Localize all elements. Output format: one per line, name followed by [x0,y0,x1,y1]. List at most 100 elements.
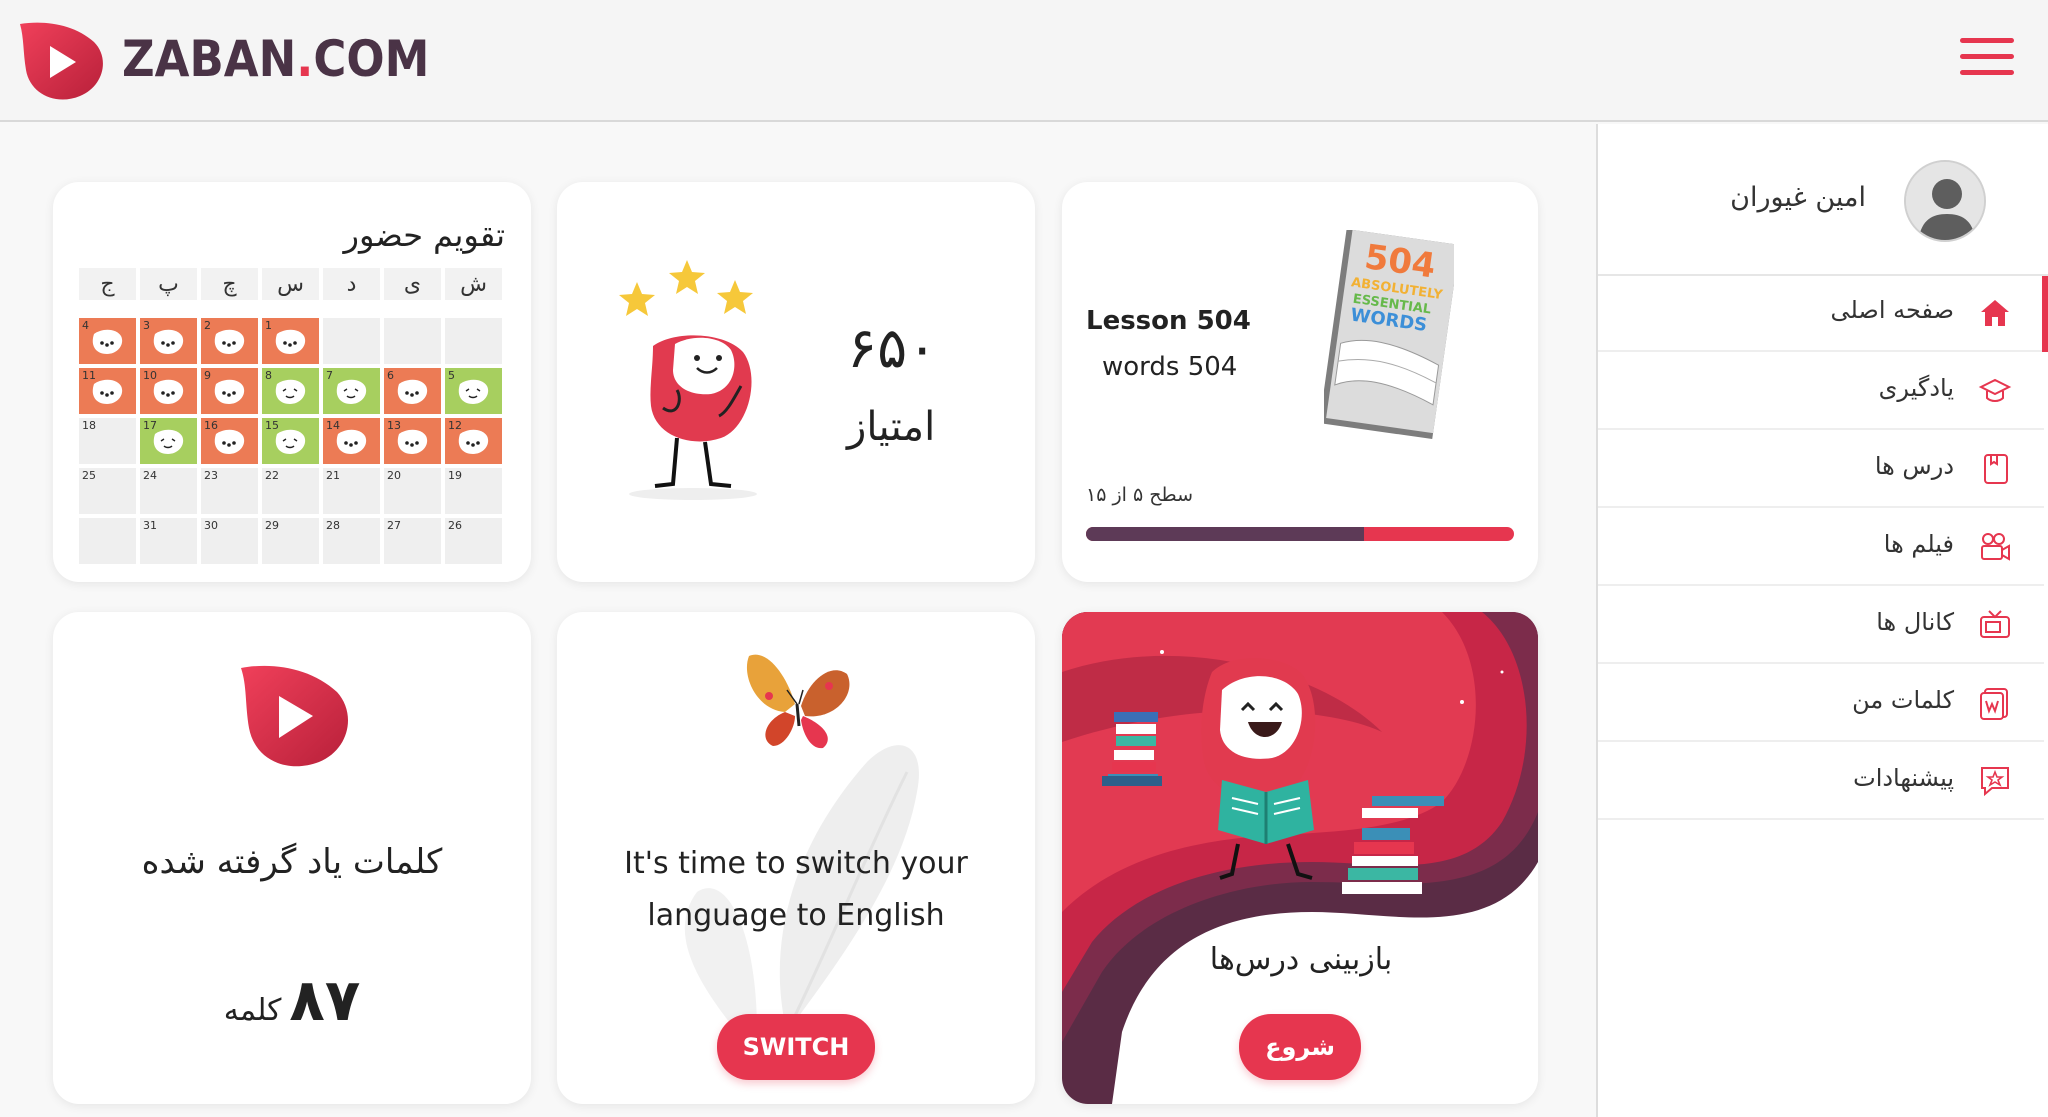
words-icon [1980,688,2008,720]
brand-dot: . [296,30,314,88]
calendar-weekday: ج [79,268,136,300]
calendar-grid: ج پ چ س د ی ش 4 3 2 1 11 10 9 8 7 6 5 18 17 16 15 14 13 12 25 24 23… [79,268,502,564]
tv-icon [1980,610,2010,638]
sad-face-icon [153,379,184,404]
words-count-unit: کلمه [223,993,282,1028]
sad-face-icon [458,429,489,454]
sidebar-item-suggestions[interactable]: پیشنهادات [1598,744,2044,820]
calendar-day-number: 2 [204,319,211,332]
calendar-day-number: 20 [387,469,401,482]
switch-button[interactable]: SWITCH [717,1014,875,1080]
calendar-day-number: 28 [326,519,340,532]
learned-words-count: ۸۷کلمه [53,966,531,1034]
sidebar-item-movies[interactable]: فیلم ها [1598,510,2044,586]
score-value: ۶۵۰ [847,316,938,381]
calendar-day: 12 [445,418,502,464]
happy-face-icon [275,379,306,404]
calendar-day-number: 25 [82,469,96,482]
menu-icon[interactable] [1960,38,2014,78]
calendar-day: 1 [262,318,319,364]
sad-face-icon [214,329,245,354]
switch-message-line: It's time to switch your [624,846,968,881]
words-count-number: ۸۷ [289,966,361,1034]
calendar-weekday: س [262,268,319,300]
sidebar-item-label: یادگیری [1878,374,1954,402]
review-label: بازبینی درس‌ها [1209,942,1393,977]
sidebar-item-label: صفحه اصلی [1830,296,1954,324]
calendar-day-number: 1 [265,319,272,332]
calendar-day: 9 [201,368,258,414]
calendar-weekday: پ [140,268,197,300]
start-button[interactable]: شروع [1239,1014,1361,1080]
calendar-day [445,318,502,364]
calendar-day: 27 [384,518,441,564]
calendar-day: 14 [323,418,380,464]
lesson-subtitle: words 504 [1102,352,1238,382]
calendar-day-number: 4 [82,319,89,332]
sidebar-item-channels[interactable]: کانال ها [1598,588,2044,664]
calendar-day-number: 26 [448,519,462,532]
brand-name[interactable]: ZABAN.COM [122,30,429,88]
calendar-day-number: 23 [204,469,218,482]
sidebar-item-label: فیلم ها [1883,530,1954,558]
happy-face-icon [458,379,489,404]
happy-face-icon [336,379,367,404]
lesson-title: Lesson 504 [1086,306,1251,336]
calendar-day-number: 31 [143,519,157,532]
sidebar-item-lessons[interactable]: درس ها [1598,432,2044,508]
happy-face-icon [153,429,184,454]
calendar-day: 2 [201,318,258,364]
calendar-day-number: 21 [326,469,340,482]
brand-tld: COM [313,30,430,88]
switch-language-card: It's time to switch your language to Eng… [557,612,1035,1104]
sidebar-item-label: پیشنهادات [1853,764,1954,792]
review-lessons-card[interactable]: بازبینی درس‌ها شروع [1062,612,1538,1104]
calendar-day: 18 [79,418,136,464]
brand-main: ZABAN [122,30,297,88]
calendar-day: 26 [445,518,502,564]
zaban-logo-icon [241,665,349,767]
calendar-day: 29 [262,518,319,564]
mascot-illustration [619,260,757,500]
calendar-day: 17 [140,418,197,464]
calendar-day-number: 3 [143,319,150,332]
zaban-logo-icon[interactable] [14,20,106,102]
calendar-day-number: 8 [265,369,272,382]
active-indicator [2042,276,2048,352]
calendar-day: 25 [79,468,136,514]
top-header: ZABAN.COM [0,0,2048,122]
calendar-day: 13 [384,418,441,464]
calendar-day-number: 22 [265,469,279,482]
calendar-day: 22 [262,468,319,514]
progress-fill [1086,527,1365,541]
calendar-day-number: 24 [143,469,157,482]
calendar-day-number: 7 [326,369,333,382]
sidebar-item-home[interactable]: صفحه اصلی [1598,276,2048,352]
calendar-day: 5 [445,368,502,414]
calendar-day: 28 [323,518,380,564]
sidebar-item-label: کانال ها [1876,608,1954,636]
calendar-day: 3 [140,318,197,364]
calendar-day-number: 9 [204,369,211,382]
sad-face-icon [92,329,123,354]
sidebar-item-label: کلمات من [1852,686,1954,714]
calendar-day: 21 [323,468,380,514]
sidebar-item-my-words[interactable]: کلمات من [1598,666,2044,742]
calendar-day-number: 30 [204,519,218,532]
sidebar: امین غیوران صفحه اصلی یادگیری درس ها فیل… [1596,124,2048,1117]
home-icon [1981,300,2009,326]
lesson-card[interactable]: 504 ABSOLUTELY ESSENTIAL WORDS Lesson 50… [1062,182,1538,582]
profile-section: امین غیوران [1598,124,2048,276]
switch-message-line: language to English [647,898,945,933]
video-camera-icon [1981,533,2010,561]
calendar-weekday: د [323,268,380,300]
calendar-day: 7 [323,368,380,414]
calendar-day-number: 19 [448,469,462,482]
calendar-weekday: ش [445,268,502,300]
sidebar-item-learning[interactable]: یادگیری [1598,354,2044,430]
avatar[interactable] [1904,160,1986,242]
learned-words-card[interactable]: کلمات یاد گرفته شده ۸۷کلمه [53,612,531,1104]
sad-face-icon [153,329,184,354]
calendar-weekday: چ [201,268,258,300]
butterfly-icon [746,654,850,749]
